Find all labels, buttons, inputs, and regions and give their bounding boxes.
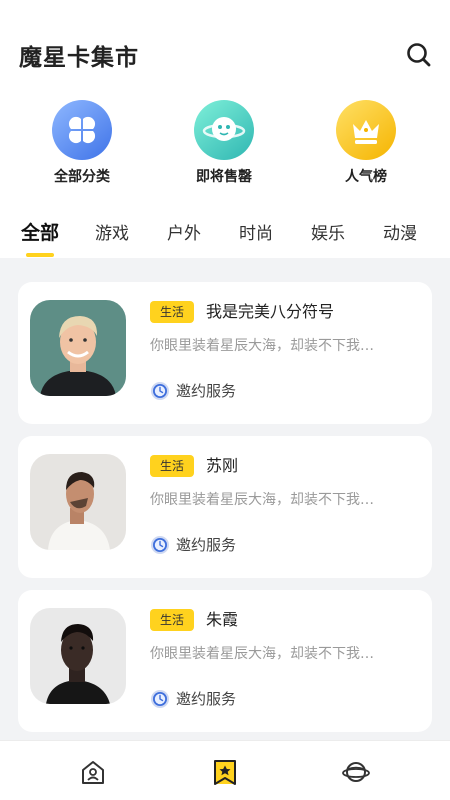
avatar — [30, 300, 126, 396]
card-description: 你眼里装着星辰大海，却装不下我… — [150, 492, 374, 508]
category-all[interactable]: 全部分类 — [27, 100, 137, 186]
tab-fashion[interactable]: 时尚 — [239, 219, 273, 244]
card-name: 苏刚 — [206, 456, 239, 475]
category-badge: 生活 — [150, 455, 194, 477]
category-popular-circle — [336, 100, 396, 160]
list-item[interactable]: 生活 朱霞 你眼里装着星辰大海，却装不下我… 邀约服务 — [18, 590, 432, 732]
category-all-circle — [52, 100, 112, 160]
active-tab-indicator — [26, 253, 54, 257]
avatar — [30, 454, 126, 550]
card-description: 你眼里装着星辰大海，却装不下我… — [150, 646, 374, 662]
tab-entertainment[interactable]: 娱乐 — [311, 219, 345, 244]
search-button[interactable] — [404, 40, 434, 70]
home-icon — [82, 761, 104, 784]
list-item[interactable]: 生活 苏刚 你眼里装着星辰大海，却装不下我… 邀约服务 — [18, 436, 432, 578]
nav-discover[interactable] — [342, 758, 370, 786]
tab-bar: 全部 游戏 户外 时尚 娱乐 动漫 — [0, 219, 450, 259]
crown-icon — [353, 120, 379, 144]
category-selling-out-circle — [194, 100, 254, 160]
service-label: 邀约服务 — [176, 536, 237, 554]
bookmark-star-icon — [214, 760, 236, 785]
top-section: 魔星卡集市 全部分类 即将售罄 人气榜 全部 游戏 户外 时尚 娱乐 动漫 — [0, 0, 450, 258]
nav-market[interactable] — [211, 758, 239, 786]
nav-home[interactable] — [79, 758, 107, 786]
list-item[interactable]: 生活 我是完美八分符号 你眼里装着星辰大海，却装不下我… 邀约服务 — [18, 282, 432, 424]
tab-all[interactable]: 全部 — [21, 218, 59, 245]
page-title: 魔星卡集市 — [19, 45, 139, 71]
clover-icon — [68, 116, 96, 144]
service-clock-icon — [151, 536, 169, 554]
tab-outdoor[interactable]: 户外 — [167, 219, 201, 244]
category-badge: 生活 — [150, 301, 194, 323]
category-selling-out[interactable]: 即将售罄 — [169, 100, 279, 186]
avatar — [30, 608, 126, 704]
bottom-nav — [0, 740, 450, 800]
service-clock-icon — [151, 690, 169, 708]
category-badge: 生活 — [150, 609, 194, 631]
card-name: 朱霞 — [206, 610, 239, 629]
planet-icon — [202, 117, 246, 141]
tab-anime[interactable]: 动漫 — [383, 219, 417, 244]
category-label: 人气榜 — [345, 169, 387, 185]
card-name: 我是完美八分符号 — [206, 302, 335, 321]
card-description: 你眼里装着星辰大海，却装不下我… — [150, 338, 374, 354]
service-label: 邀约服务 — [176, 690, 237, 708]
category-popular[interactable]: 人气榜 — [311, 100, 421, 186]
category-label: 即将售罄 — [196, 169, 252, 185]
category-label: 全部分类 — [54, 169, 110, 185]
tab-games[interactable]: 游戏 — [95, 219, 129, 244]
planet-icon — [342, 762, 370, 782]
search-icon — [407, 43, 431, 67]
service-label: 邀约服务 — [176, 382, 237, 400]
service-clock-icon — [151, 382, 169, 400]
